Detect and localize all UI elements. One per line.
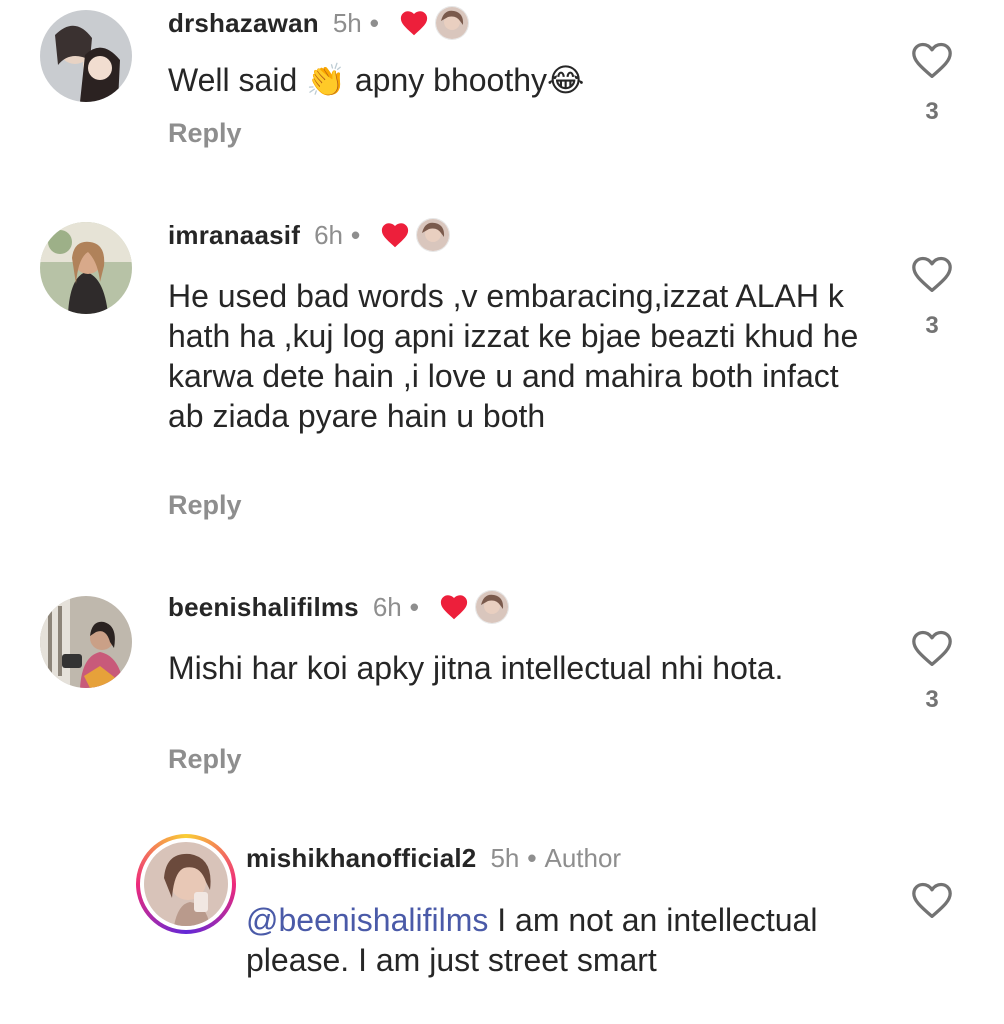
comment-meta: drshazawan 5h • <box>168 6 469 40</box>
timestamp: 6h <box>314 220 343 250</box>
mention-link[interactable]: @beenishalifilms <box>246 902 488 938</box>
like-count: 3 <box>925 686 939 713</box>
separator-dot: • <box>527 843 537 873</box>
separator-dot: • <box>409 592 419 622</box>
comment-meta: imranaasif 6h • <box>168 218 451 252</box>
creator-mini-avatar <box>474 590 509 624</box>
creator-mini-avatar <box>416 218 451 252</box>
story-ring[interactable] <box>136 834 236 934</box>
avatar <box>144 842 228 926</box>
reply-button[interactable]: Reply <box>168 118 242 149</box>
red-heart-icon <box>439 593 469 621</box>
comment-meta: beenishalifilms 6h • <box>168 590 509 624</box>
like-count: 3 <box>925 98 939 125</box>
creator-mini-avatar <box>434 6 469 40</box>
heart-outline-icon[interactable] <box>910 254 954 294</box>
like-column: 3 <box>910 628 954 714</box>
username[interactable]: drshazawan <box>168 7 319 39</box>
like-column: 3 <box>910 254 954 340</box>
heart-outline-icon[interactable] <box>910 880 954 920</box>
like-count: 3 <box>925 312 939 339</box>
username[interactable]: mishikhanofficial2 <box>246 842 476 874</box>
avatar[interactable] <box>40 222 132 314</box>
comment-text: Well said 👏 apny bhoothy😂 <box>168 62 585 98</box>
timestamp: 5h <box>332 8 362 38</box>
like-column <box>910 880 954 920</box>
reply-button[interactable]: Reply <box>168 744 242 775</box>
timestamp: 5h <box>490 843 520 873</box>
username[interactable]: imranaasif <box>168 219 300 251</box>
author-label: Author <box>544 843 622 873</box>
red-heart-icon <box>380 221 410 249</box>
avatar[interactable] <box>40 10 132 102</box>
like-column: 3 <box>910 40 954 126</box>
comment-text: @beenishalifilms I am not an intellectua… <box>246 900 826 980</box>
separator-dot: • <box>351 220 361 250</box>
comment-text: He used bad words ,v embaracing,izzat AL… <box>168 278 859 434</box>
avatar[interactable] <box>40 596 132 688</box>
comment-meta: mishikhanofficial2 5h • Author <box>246 842 621 874</box>
comment-text: Mishi har koi apky jitna intellectual nh… <box>168 650 784 686</box>
red-heart-icon <box>399 9 429 37</box>
timestamp: 6h <box>372 592 402 622</box>
heart-outline-icon[interactable] <box>910 628 954 668</box>
username[interactable]: beenishalifilms <box>168 591 359 623</box>
heart-outline-icon[interactable] <box>910 40 954 80</box>
separator-dot: • <box>369 8 379 38</box>
reply-button[interactable]: Reply <box>168 490 242 521</box>
